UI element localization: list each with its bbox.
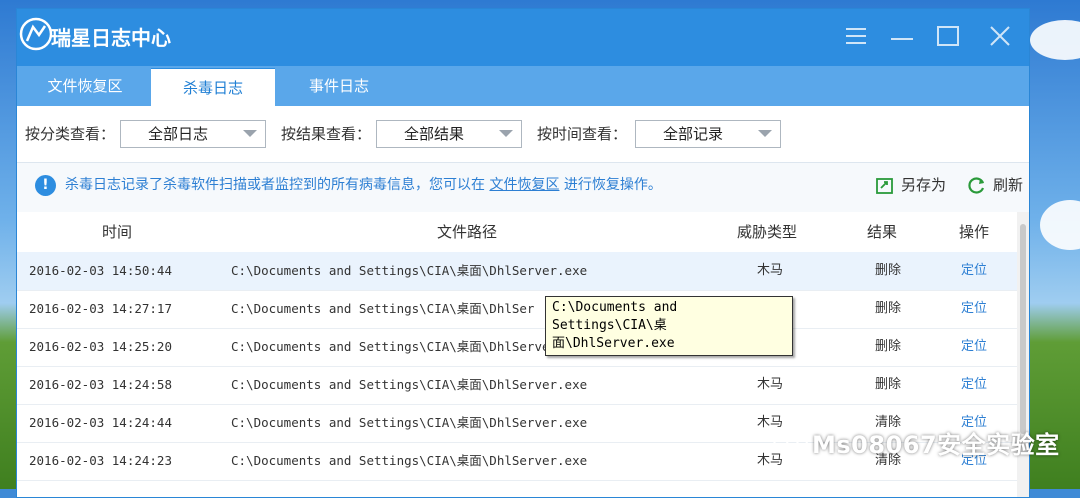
cell-path: C:\Documents and Settings\CIA\桌面\DhlServ… bbox=[231, 263, 588, 278]
category-filter-label: 按分类查看： bbox=[25, 125, 116, 143]
info-icon: ! bbox=[35, 175, 56, 196]
tooltip-line: 面\DhlServer.exe bbox=[552, 336, 675, 351]
refresh-icon bbox=[968, 177, 985, 194]
cell-path: C:\Documents and Settings\CIA\桌面\DhlServ… bbox=[231, 453, 588, 468]
menu-icon[interactable] bbox=[843, 23, 869, 49]
cell-time: 2016-02-03 14:25:20 bbox=[29, 339, 172, 354]
locate-link[interactable]: 定位 bbox=[939, 366, 1009, 404]
info-message: 杀毒日志记录了杀毒软件扫描或者监控到的所有病毒信息，您可以在 文件恢复区 进行恢… bbox=[65, 163, 662, 207]
result-filter-label: 按结果查看： bbox=[281, 125, 372, 143]
column-header-action[interactable]: 操作 bbox=[939, 212, 1009, 252]
cell-threat: 木马 bbox=[756, 377, 783, 392]
table-row[interactable]: 2016-02-03 14:50:44 C:\Documents and Set… bbox=[17, 252, 1017, 291]
chevron-down-icon bbox=[243, 130, 257, 137]
cell-path: C:\Documents and Settings\CIA\桌面\DhlSer bbox=[231, 301, 535, 316]
cell-result: 删除 bbox=[874, 339, 901, 354]
scrollbar-thumb[interactable] bbox=[1020, 224, 1026, 434]
column-header-result[interactable]: 结果 bbox=[847, 212, 917, 252]
table-row[interactable]: 2016-02-03 14:27:17 C:\Documents and Set… bbox=[17, 290, 1017, 329]
locate-link[interactable]: 定位 bbox=[939, 328, 1009, 366]
column-header-time[interactable]: 时间 bbox=[57, 212, 177, 252]
title-bar: 瑞星日志中心 bbox=[17, 9, 1029, 66]
column-header-path[interactable]: 文件路径 bbox=[397, 212, 537, 252]
column-header-threat[interactable]: 威胁类型 bbox=[717, 212, 817, 252]
info-text-after: 进行恢复操作。 bbox=[563, 177, 662, 193]
cell-time: 2016-02-03 14:24:23 bbox=[29, 453, 172, 468]
cell-time: 2016-02-03 14:24:44 bbox=[29, 415, 172, 430]
locate-link[interactable]: 定位 bbox=[939, 252, 1009, 290]
cloud bbox=[1040, 200, 1080, 250]
result-filter-select[interactable]: 全部结果 bbox=[376, 120, 522, 148]
rising-lion-logo-icon bbox=[19, 17, 53, 51]
cell-threat: 木马 bbox=[756, 263, 783, 278]
export-icon bbox=[876, 178, 893, 194]
table-row[interactable]: 2016-02-03 14:25:20 C:\Documents and Set… bbox=[17, 328, 1017, 367]
refresh-button[interactable]: 刷新 bbox=[967, 163, 1023, 207]
time-filter-select[interactable]: 全部记录 bbox=[635, 120, 781, 148]
cell-time: 2016-02-03 14:50:44 bbox=[29, 263, 172, 278]
category-filter-select[interactable]: 全部日志 bbox=[120, 120, 266, 148]
tab-event-log[interactable]: 事件日志 bbox=[275, 66, 403, 106]
time-filter-value: 全部记录 bbox=[662, 125, 723, 143]
cell-path: C:\Documents and Settings\CIA\桌面\DhlServ… bbox=[231, 377, 588, 392]
chevron-down-icon bbox=[758, 130, 772, 137]
chevron-down-icon bbox=[499, 130, 513, 137]
close-icon[interactable] bbox=[987, 23, 1013, 49]
table-header: 时间 文件路径 威胁类型 结果 操作 bbox=[17, 212, 1017, 252]
minimize-icon[interactable] bbox=[889, 23, 915, 49]
wechat-watermark-icon bbox=[773, 430, 808, 452]
cell-result: 删除 bbox=[874, 301, 901, 316]
cell-time: 2016-02-03 14:24:58 bbox=[29, 377, 172, 392]
file-recovery-link[interactable]: 文件恢复区 bbox=[489, 177, 559, 193]
tooltip-line: C:\Documents and Settings\CIA\桌 bbox=[552, 300, 678, 333]
cell-result: 删除 bbox=[874, 377, 901, 392]
cloud bbox=[1030, 20, 1080, 60]
table-row[interactable]: 2016-02-03 14:24:58 C:\Documents and Set… bbox=[17, 366, 1017, 405]
info-bar: ! 杀毒日志记录了杀毒软件扫描或者监控到的所有病毒信息，您可以在 文件恢复区 进… bbox=[17, 162, 1029, 213]
cell-result: 删除 bbox=[874, 263, 901, 278]
tab-bar: 文件恢复区 杀毒日志 事件日志 bbox=[17, 66, 1029, 107]
watermark-text: Ms08067安全实验室 bbox=[812, 431, 1060, 459]
path-tooltip: C:\Documents and Settings\CIA\桌 面\DhlSer… bbox=[545, 296, 793, 356]
cell-path: C:\Documents and Settings\CIA\桌面\DhlServ… bbox=[231, 415, 588, 430]
app-title: 瑞星日志中心 bbox=[51, 26, 171, 50]
result-filter-value: 全部结果 bbox=[403, 125, 464, 143]
filter-bar: 按分类查看： 全部日志 按结果查看： 全部结果 按时间查看： 全部记录 bbox=[17, 106, 1029, 162]
tab-antivirus-log[interactable]: 杀毒日志 bbox=[151, 68, 275, 107]
locate-link[interactable]: 定位 bbox=[939, 290, 1009, 328]
save-as-button[interactable]: 另存为 bbox=[875, 163, 946, 207]
category-filter-value: 全部日志 bbox=[147, 125, 208, 143]
time-filter-label: 按时间查看： bbox=[537, 125, 628, 143]
maximize-icon[interactable] bbox=[935, 23, 961, 49]
cell-time: 2016-02-03 14:27:17 bbox=[29, 301, 172, 316]
tab-file-recovery[interactable]: 文件恢复区 bbox=[17, 66, 153, 106]
info-text-before: 杀毒日志记录了杀毒软件扫描或者监控到的所有病毒信息，您可以在 bbox=[65, 177, 485, 193]
